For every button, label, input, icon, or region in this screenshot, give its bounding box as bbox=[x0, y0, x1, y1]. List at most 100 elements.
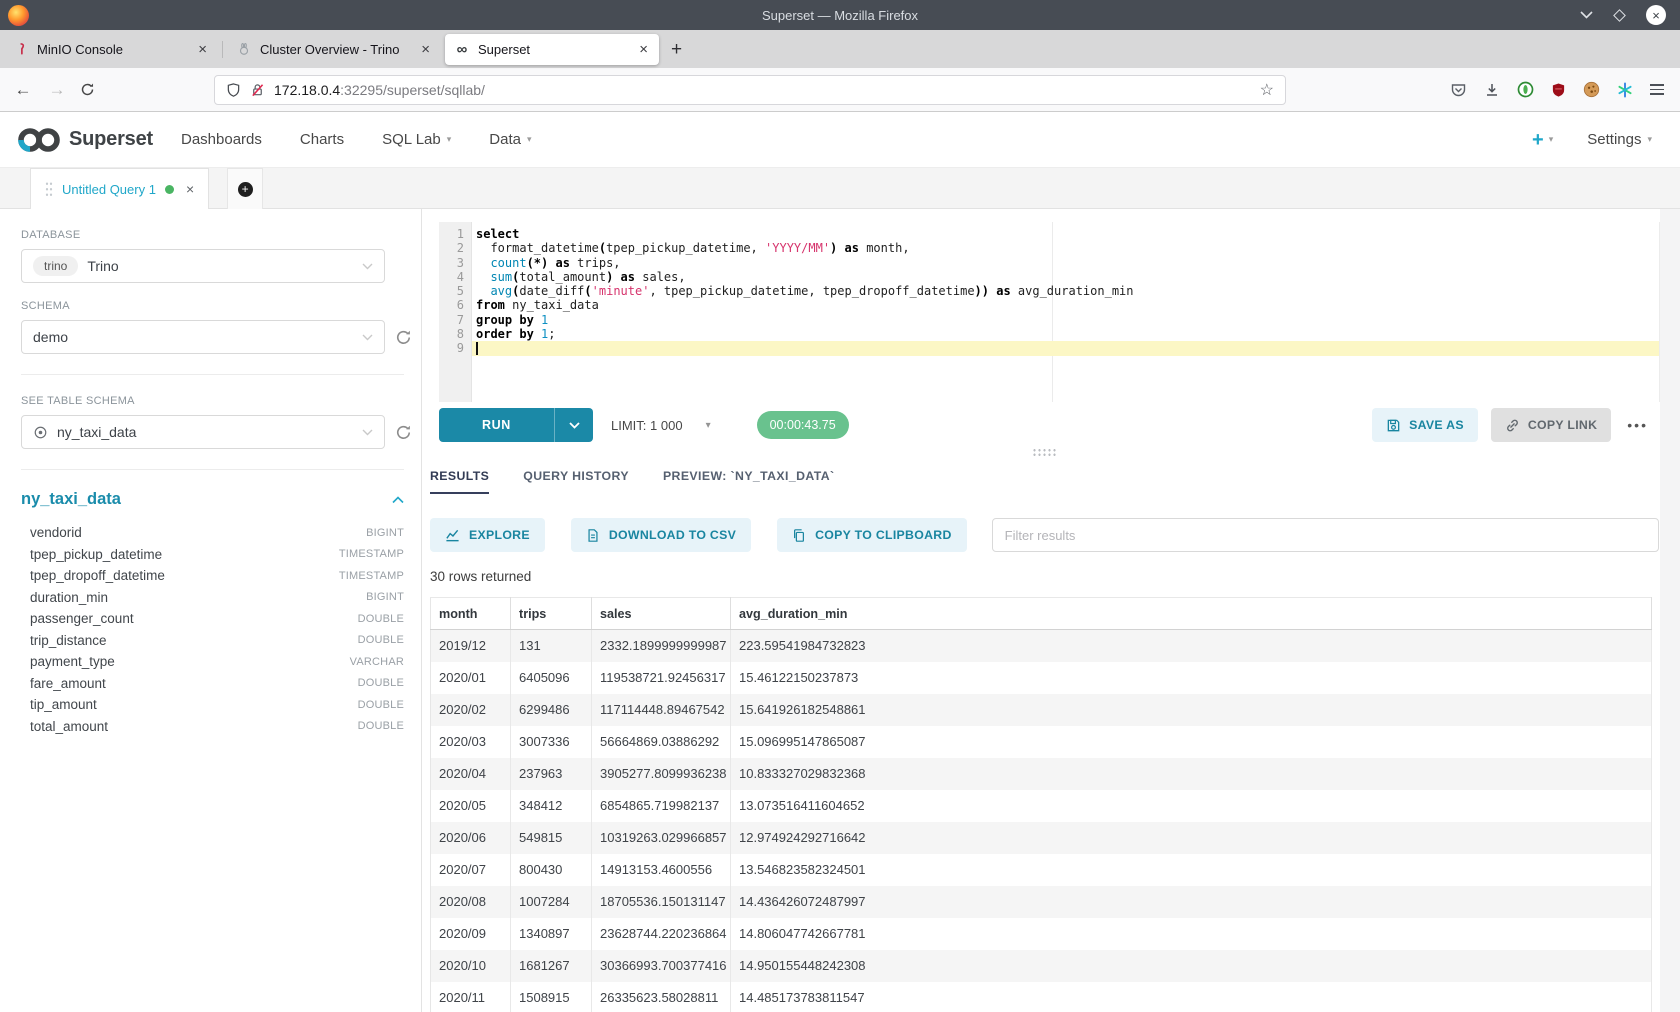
tab-query-history[interactable]: QUERY HISTORY bbox=[523, 469, 629, 494]
window-maximize-button[interactable] bbox=[1613, 9, 1626, 22]
explore-button[interactable]: EXPLORE bbox=[430, 518, 545, 552]
container-asterisk-icon[interactable] bbox=[1617, 82, 1633, 98]
table-row[interactable]: 2020/11150891526335623.5802881114.485173… bbox=[431, 982, 1652, 1012]
table-select[interactable]: ny_taxi_data bbox=[21, 415, 385, 449]
superset-logo[interactable]: Superset bbox=[16, 125, 153, 155]
download-icon[interactable] bbox=[1484, 82, 1500, 98]
pane-resize-divider[interactable] bbox=[430, 442, 1660, 461]
refresh-schemas-icon[interactable] bbox=[395, 329, 412, 346]
more-options-icon[interactable]: ••• bbox=[1624, 417, 1651, 433]
query-tab-active[interactable]: Untitled Query 1 × bbox=[30, 168, 209, 209]
menu-hamburger-icon[interactable] bbox=[1650, 84, 1664, 95]
table-row[interactable]: 2020/053484126854865.71998213713.0735164… bbox=[431, 790, 1652, 822]
collapse-chevron-up-icon[interactable] bbox=[392, 496, 404, 504]
run-button[interactable]: RUN bbox=[439, 408, 593, 442]
cookie-icon[interactable] bbox=[1583, 81, 1600, 98]
table-row[interactable]: 2020/09134089723628744.22023686414.80604… bbox=[431, 918, 1652, 950]
browser-tab-minio[interactable]: MinIO Console × bbox=[4, 34, 218, 65]
table-row[interactable]: 2020/0654981510319263.02996685712.974924… bbox=[431, 822, 1652, 854]
copy-link-button[interactable]: COPY LINK bbox=[1491, 408, 1611, 442]
close-tab-icon[interactable]: × bbox=[196, 42, 209, 57]
download-csv-button[interactable]: DOWNLOAD TO CSV bbox=[571, 518, 751, 552]
column-header[interactable]: month bbox=[431, 598, 511, 630]
schema-column-row[interactable]: trip_distanceDOUBLE bbox=[21, 630, 404, 652]
resize-handle-dots-icon[interactable] bbox=[1032, 448, 1058, 456]
window-close-button[interactable]: × bbox=[1646, 5, 1666, 25]
close-query-tab-icon[interactable]: × bbox=[186, 182, 194, 196]
refresh-tables-icon[interactable] bbox=[395, 424, 412, 441]
code-line: sum(total_amount) as sales, bbox=[472, 270, 1659, 284]
chevron-down-icon: ▾ bbox=[447, 134, 452, 145]
table-row[interactable]: 2020/10168126730366993.70037741614.95015… bbox=[431, 950, 1652, 982]
reload-icon[interactable] bbox=[80, 82, 102, 97]
schema-select[interactable]: demo bbox=[21, 320, 385, 354]
query-tab-strip: Untitled Query 1 × + bbox=[0, 168, 1680, 209]
close-tab-icon[interactable]: × bbox=[419, 42, 432, 57]
window-titlebar: Superset — Mozilla Firefox × bbox=[0, 0, 1680, 30]
new-item-button[interactable]: +▾ bbox=[1532, 130, 1553, 150]
table-cell: 2020/05 bbox=[431, 790, 511, 822]
schema-column-row[interactable]: tip_amountDOUBLE bbox=[21, 694, 404, 716]
table-cell: 2020/07 bbox=[431, 854, 511, 886]
window-minimize-button[interactable] bbox=[1580, 11, 1593, 19]
table-row[interactable]: 2019/121312332.1899999999987223.59541984… bbox=[431, 630, 1652, 662]
bookmark-star-icon[interactable]: ☆ bbox=[1260, 80, 1274, 100]
table-row[interactable]: 2020/03300733656664869.0388629215.096995… bbox=[431, 726, 1652, 758]
browser-tab-superset[interactable]: ∞ Superset × bbox=[445, 34, 659, 65]
table-row[interactable]: 2020/026299486117114448.8946754215.64192… bbox=[431, 694, 1652, 726]
sql-editor[interactable]: 123456789 select format_datetime(tpep_pi… bbox=[439, 222, 1660, 402]
column-header[interactable]: avg_duration_min bbox=[731, 598, 1652, 630]
table-name-heading[interactable]: ny_taxi_data bbox=[21, 490, 121, 509]
close-tab-icon[interactable]: × bbox=[637, 42, 650, 57]
table-row[interactable]: 2020/042379633905277.809993623810.833327… bbox=[431, 758, 1652, 790]
url-field[interactable]: 172.18.0.4:32295/superset/sqllab/ ☆ bbox=[214, 75, 1286, 105]
new-browser-tab-button[interactable]: + bbox=[671, 40, 682, 59]
schema-column-row[interactable]: fare_amountDOUBLE bbox=[21, 673, 404, 695]
tracking-shield-icon[interactable] bbox=[226, 82, 241, 98]
forward-icon[interactable]: → bbox=[46, 81, 68, 98]
column-name: fare_amount bbox=[30, 676, 106, 691]
run-options-chevron-icon[interactable] bbox=[555, 408, 593, 442]
nav-item-dashboards[interactable]: Dashboards bbox=[181, 131, 262, 148]
ublock-shield-icon[interactable] bbox=[1551, 82, 1566, 98]
copy-clipboard-button[interactable]: COPY TO CLIPBOARD bbox=[777, 518, 967, 552]
brand-name: Superset bbox=[69, 128, 153, 151]
settings-menu[interactable]: Settings▾ bbox=[1587, 131, 1652, 148]
nav-item-data[interactable]: Data▾ bbox=[489, 131, 531, 148]
code-area[interactable]: select format_datetime(tpep_pickup_datet… bbox=[472, 227, 1659, 355]
code-line: order by 1; bbox=[472, 327, 1659, 341]
back-icon[interactable]: ← bbox=[12, 81, 34, 98]
drag-handle-icon[interactable] bbox=[45, 181, 53, 197]
schema-column-row[interactable]: payment_typeVARCHAR bbox=[21, 651, 404, 673]
table-cell: 117114448.89467542 bbox=[592, 694, 731, 726]
nav-item-sql-lab[interactable]: SQL Lab▾ bbox=[382, 131, 451, 148]
table-row[interactable]: 2020/0780043014913153.460055613.54682358… bbox=[431, 854, 1652, 886]
column-type: DOUBLE bbox=[358, 720, 404, 732]
limit-dropdown[interactable]: LIMIT: 1 000 ▾ bbox=[611, 418, 711, 433]
browser-tab-trino[interactable]: Cluster Overview - Trino × bbox=[227, 34, 441, 65]
database-select[interactable]: trino Trino bbox=[21, 249, 385, 283]
tab-results[interactable]: RESULTS bbox=[430, 469, 489, 494]
table-row[interactable]: 2020/016405096119538721.9245631715.46122… bbox=[431, 662, 1652, 694]
table-cell: 131 bbox=[511, 630, 592, 662]
table-row[interactable]: 2020/08100728418705536.15013114714.43642… bbox=[431, 886, 1652, 918]
save-as-button[interactable]: SAVE AS bbox=[1372, 408, 1478, 442]
pocket-icon[interactable] bbox=[1450, 82, 1467, 98]
filter-results-input[interactable] bbox=[992, 518, 1659, 552]
schema-column-row[interactable]: tpep_pickup_datetimeTIMESTAMP bbox=[21, 544, 404, 566]
line-number: 5 bbox=[439, 284, 471, 298]
extension-green-icon[interactable] bbox=[1517, 81, 1534, 98]
table-cell: 2020/03 bbox=[431, 726, 511, 758]
schema-column-row[interactable]: total_amountDOUBLE bbox=[21, 716, 404, 738]
tab-preview-table[interactable]: PREVIEW: `NY_TAXI_DATA` bbox=[663, 469, 835, 494]
column-header[interactable]: sales bbox=[592, 598, 731, 630]
nav-item-charts[interactable]: Charts bbox=[300, 131, 344, 148]
schema-column-row[interactable]: tpep_dropoff_datetimeTIMESTAMP bbox=[21, 565, 404, 587]
schema-column-row[interactable]: passenger_countDOUBLE bbox=[21, 608, 404, 630]
insecure-lock-icon[interactable] bbox=[250, 82, 265, 98]
column-header[interactable]: trips bbox=[511, 598, 592, 630]
column-type: BIGINT bbox=[366, 527, 404, 539]
schema-column-row[interactable]: duration_minBIGINT bbox=[21, 587, 404, 609]
new-query-tab-button[interactable]: + bbox=[227, 168, 263, 209]
schema-column-row[interactable]: vendoridBIGINT bbox=[21, 522, 404, 544]
